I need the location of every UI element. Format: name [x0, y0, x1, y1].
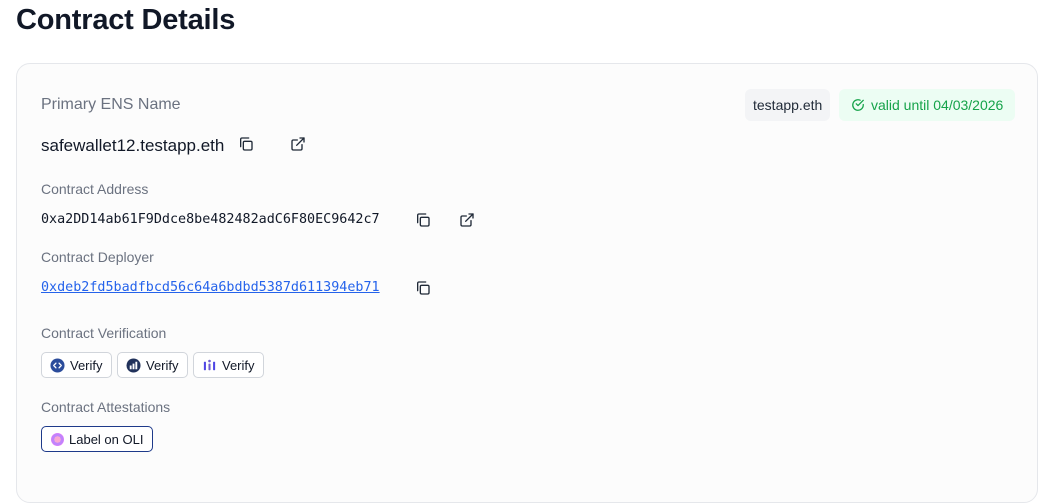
verify-label: Verify — [222, 357, 255, 373]
contract-verification-label: Contract Verification — [41, 325, 167, 341]
verify-routescan-button[interactable]: Verify — [193, 352, 264, 378]
contract-address-value: 0xa2DD14ab61F9Ddce8be482482adC6F80EC9642… — [41, 212, 380, 227]
label-on-oli-text: Label on OLI — [69, 431, 144, 447]
contract-deployer-link[interactable]: 0xdeb2fd5badfbcd56c64a6bdbd5387d611394eb… — [41, 280, 380, 295]
label-on-oli-button[interactable]: Label on OLI — [41, 426, 154, 452]
verify-label: Verify — [146, 357, 179, 373]
contract-attestations-label: Contract Attestations — [41, 399, 171, 415]
routescan-icon — [203, 359, 216, 370]
ens-validity-text: valid until 04/03/2026 — [871, 97, 1004, 113]
sourcify-icon — [50, 357, 65, 373]
ens-name-value: safewallet12.testapp.eth — [41, 136, 225, 155]
copy-icon — [417, 213, 430, 227]
verify-label: Verify — [70, 357, 103, 373]
verify-sourcify-button[interactable]: Verify — [41, 352, 112, 378]
ens-tag-badge: testapp.eth — [745, 89, 831, 121]
external-link-icon — [460, 213, 474, 227]
contract-details-card: Primary ENS Name testapp.eth valid until… — [16, 63, 1038, 503]
copy-icon — [240, 137, 253, 151]
ens-validity-badge: valid until 04/03/2026 — [839, 89, 1016, 121]
verify-blockscout-button[interactable]: Verify — [117, 352, 188, 378]
page-title: Contract Details — [16, 4, 236, 36]
open-address-button[interactable] — [456, 209, 478, 231]
blockscout-icon — [126, 357, 141, 373]
oli-icon — [51, 432, 64, 446]
copy-ens-button[interactable] — [235, 133, 257, 155]
ens-label: Primary ENS Name — [41, 96, 181, 113]
copy-icon — [417, 281, 430, 295]
copy-deployer-button[interactable] — [412, 277, 434, 299]
contract-deployer-label: Contract Deployer — [41, 249, 154, 265]
copy-address-button[interactable] — [412, 209, 434, 231]
external-link-icon — [291, 137, 305, 151]
contract-address-label: Contract Address — [41, 181, 149, 197]
check-circle-icon — [851, 98, 865, 112]
open-ens-button[interactable] — [287, 133, 309, 155]
